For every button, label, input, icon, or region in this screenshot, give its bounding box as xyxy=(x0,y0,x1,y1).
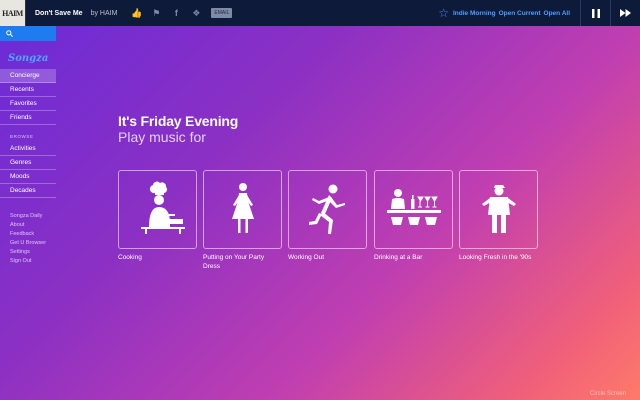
card-nineties[interactable]: Looking Fresh in the '90s xyxy=(459,170,538,262)
sidebar-item-settings[interactable]: Settings xyxy=(0,248,56,257)
album-art-text: HAIM xyxy=(2,8,23,18)
card-image[interactable] xyxy=(459,170,538,249)
card-label[interactable]: Drinking at a Bar xyxy=(374,253,453,262)
watermark: Circle Screen xyxy=(590,391,627,397)
songza-logo[interactable]: Songza xyxy=(8,53,56,64)
chef-icon xyxy=(140,181,185,234)
open-all-link[interactable]: Open All xyxy=(544,10,570,17)
sidebar-item-about[interactable]: About xyxy=(0,221,56,230)
email-share-button[interactable]: EMAIL xyxy=(211,8,233,18)
pause-button[interactable] xyxy=(580,0,610,26)
card-label[interactable]: Putting on Your Party Dress xyxy=(203,253,282,271)
party-dress-icon xyxy=(231,182,254,233)
sidebar-item-activities[interactable]: Activities xyxy=(0,142,56,156)
browse-nav: Activities Genres Moods Decades xyxy=(0,142,56,198)
sidebar-item-sign-out[interactable]: Sign Out xyxy=(0,257,56,266)
sidebar-item-decades[interactable]: Decades xyxy=(0,184,56,198)
skip-button[interactable] xyxy=(610,0,640,26)
player-controls: ☆ Indie Morning Open Current Open All xyxy=(438,0,640,26)
card-party-dress[interactable]: Putting on Your Party Dress xyxy=(203,170,282,271)
sidebar-item-feedback[interactable]: Feedback xyxy=(0,230,56,239)
sidebar-item-songza-daily[interactable]: Songza Daily xyxy=(0,212,56,221)
search-icon xyxy=(6,30,13,37)
sidebar-item-get-u-browser[interactable]: Get U Browser xyxy=(0,239,56,248)
sidebar-item-genres[interactable]: Genres xyxy=(0,156,56,170)
song-title[interactable]: Don't Save Me xyxy=(35,10,83,17)
card-label[interactable]: Looking Fresh in the '90s xyxy=(459,253,538,262)
album-art[interactable]: HAIM xyxy=(0,0,26,26)
star-icon[interactable]: ☆ xyxy=(438,6,449,20)
card-image[interactable] xyxy=(203,170,282,249)
browse-section-label: BROWSE xyxy=(10,134,34,139)
card-image[interactable] xyxy=(118,170,197,249)
runner-icon xyxy=(308,184,345,234)
card-working-out[interactable]: Working Out xyxy=(288,170,367,262)
nineties-icon xyxy=(481,184,516,233)
bar-icon xyxy=(386,188,441,225)
player-bar: HAIM Don't Save Me by HAIM 👍 ⚑ f ❖ EMAIL… xyxy=(0,0,640,26)
primary-nav: Concierge Recents Favorites Friends xyxy=(0,69,56,125)
open-current-link[interactable]: Open Current xyxy=(499,10,541,17)
card-image[interactable] xyxy=(374,170,453,249)
pause-icon xyxy=(591,8,600,18)
facebook-icon[interactable]: f xyxy=(171,8,181,18)
sidebar-item-moods[interactable]: Moods xyxy=(0,170,56,184)
card-image[interactable] xyxy=(288,170,367,249)
flag-icon[interactable]: ⚑ xyxy=(151,8,161,18)
artist-name[interactable]: by HAIM xyxy=(91,10,118,17)
station-name[interactable]: Indie Morning xyxy=(453,10,496,17)
sidebar-item-concierge[interactable]: Concierge xyxy=(0,69,56,83)
fast-forward-icon xyxy=(620,9,631,17)
page-heading: It's Friday Evening xyxy=(118,113,239,129)
search-button[interactable] xyxy=(0,26,56,41)
footer-links: Songza Daily About Feedback Get U Browser Se… xyxy=(0,212,56,266)
page-subheading: Play music for xyxy=(118,129,206,145)
card-cooking[interactable]: Cooking xyxy=(118,170,197,262)
card-label[interactable]: Cooking xyxy=(118,253,197,262)
sidebar: Songza Concierge Recents Favorites Friends … xyxy=(0,26,56,400)
sidebar-item-friends[interactable]: Friends xyxy=(0,111,56,125)
sidebar-item-favorites[interactable]: Favorites xyxy=(0,97,56,111)
thumbs-up-icon[interactable]: 👍 xyxy=(131,8,142,18)
card-label[interactable]: Working Out xyxy=(288,253,367,262)
card-drinking[interactable]: Drinking at a Bar xyxy=(374,170,453,262)
twitter-icon[interactable]: ❖ xyxy=(191,8,201,18)
sidebar-item-recents[interactable]: Recents xyxy=(0,83,56,97)
